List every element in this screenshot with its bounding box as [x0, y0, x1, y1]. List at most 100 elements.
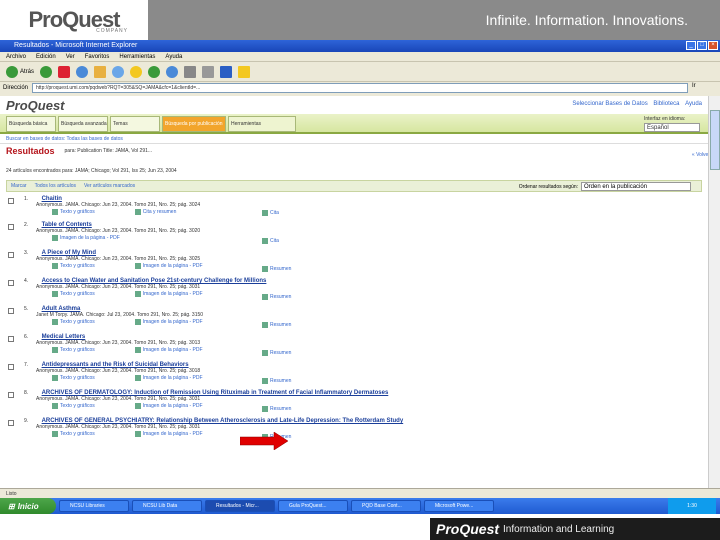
result-side-link[interactable]: Resumen [262, 294, 291, 300]
task-button[interactable]: Resultados - Micr... [205, 500, 275, 512]
forward-button[interactable] [40, 65, 53, 78]
result-checkbox[interactable] [8, 198, 14, 204]
format-icon [134, 403, 141, 409]
home-button[interactable] [94, 65, 107, 78]
task-button[interactable]: NCSU Libraries [59, 500, 129, 512]
tab-advanced-search[interactable]: Búsqueda avanzada [58, 116, 108, 132]
result-side-link[interactable]: Cita [262, 210, 279, 216]
address-field[interactable]: http://proquest.umi.com/pqdweb?RQT=305&S… [32, 83, 688, 93]
media-icon [148, 65, 161, 78]
edit-button[interactable] [220, 65, 233, 78]
task-button[interactable]: PQD Base Cont... [351, 500, 421, 512]
format-link[interactable]: Imagen de la página - PDF [134, 263, 203, 269]
mark-all-link[interactable]: Marcar [11, 183, 27, 189]
result-checkbox[interactable] [8, 392, 14, 398]
task-button[interactable]: NCSU Lib Data [132, 500, 202, 512]
format-link[interactable]: Imagen de la página - PDF [134, 431, 203, 437]
result-side-link[interactable]: Resumen [262, 266, 291, 272]
format-link[interactable]: Cita y resumen [134, 209, 176, 215]
stop-button[interactable] [58, 65, 71, 78]
format-label: Texto y gráficos [60, 403, 95, 409]
history-button[interactable] [166, 65, 179, 78]
result-checkbox[interactable] [8, 308, 14, 314]
view-marked-link[interactable]: Ver artículos marcados [84, 183, 135, 189]
side-label: Resumen [270, 294, 292, 300]
minimize-button[interactable]: _ [686, 41, 696, 50]
window-title: Resultados - Microsoft Internet Explorer [14, 42, 138, 49]
format-link[interactable]: Texto y gráficos [52, 291, 95, 297]
folder-icon [238, 65, 251, 78]
go-button[interactable]: Ir [692, 83, 720, 93]
result-checkbox[interactable] [8, 336, 14, 342]
tab-basic-search[interactable]: Búsqueda básica [6, 116, 56, 132]
sort-select[interactable]: Orden en la publicación [581, 182, 691, 191]
format-link[interactable]: Imagen de la página - PDF [134, 347, 203, 353]
task-button[interactable]: Microsoft Powe... [424, 500, 494, 512]
mail-button[interactable] [184, 65, 197, 78]
format-link[interactable]: Texto y gráficos [52, 403, 95, 409]
link-help[interactable]: Ayuda [685, 101, 702, 107]
result-side-link[interactable]: Resumen [262, 406, 291, 412]
format-label: Texto y gráficos [60, 209, 95, 215]
format-link[interactable]: Texto y gráficos [52, 209, 95, 215]
format-link[interactable]: Imagen de la página - PDF [134, 291, 203, 297]
start-button[interactable]: ⊞ Inicio [0, 498, 56, 514]
format-link[interactable]: Texto y gráficos [52, 319, 95, 325]
result-side-link[interactable]: Resumen [262, 350, 291, 356]
result-checkbox[interactable] [8, 364, 14, 370]
task-button[interactable]: Guía ProQuest... [278, 500, 348, 512]
tab-publication-search[interactable]: Búsqueda por publicación [162, 116, 226, 132]
menu-ver[interactable]: Ver [66, 52, 75, 61]
format-link[interactable]: Imagen de la página - PDF [134, 319, 203, 325]
result-citation: Anonymous. JAMA. Chicago: Jun 23, 2004. … [36, 368, 201, 374]
breadcrumb[interactable]: Buscar en bases de datos: Todas las base… [0, 134, 708, 144]
format-link[interactable]: Imagen de la página - PDF [134, 403, 203, 409]
result-citation: Anonymous. JAMA. Chicago: Jun 23, 2004. … [36, 284, 201, 290]
result-formats: Imagen de la página - PDF [24, 235, 708, 241]
language-select[interactable]: Español [644, 123, 700, 132]
result-side-link[interactable]: Resumen [262, 378, 291, 384]
menu-archivo[interactable]: Archivo [6, 52, 26, 61]
media-button[interactable] [148, 65, 161, 78]
document-icon [262, 210, 268, 216]
format-icon [134, 431, 141, 437]
result-checkbox[interactable] [8, 280, 14, 286]
page-scrollbar[interactable] [708, 96, 720, 488]
link-select-databases[interactable]: Seleccionar Bases de Datos [572, 101, 647, 107]
result-side-link[interactable]: Cita [262, 238, 279, 244]
format-link[interactable]: Imagen de la página - PDF [52, 235, 120, 241]
result-checkbox[interactable] [8, 420, 14, 426]
search-button[interactable] [112, 65, 125, 78]
results-header: Resultados para: Publication Title: JAMA… [0, 144, 708, 158]
format-link[interactable]: Texto y gráficos [52, 375, 95, 381]
print-button[interactable] [202, 65, 215, 78]
refresh-button[interactable] [76, 65, 89, 78]
format-link[interactable]: Texto y gráficos [52, 347, 95, 353]
all-articles-link[interactable]: Todos los artículos [35, 183, 76, 189]
back-button[interactable]: Atrás [6, 65, 34, 78]
format-link[interactable]: Texto y gráficos [52, 263, 95, 269]
format-label: Texto y gráficos [60, 375, 95, 381]
tab-topics[interactable]: Temas [110, 116, 160, 132]
result-checkbox[interactable] [8, 224, 14, 230]
result-side-link[interactable]: Resumen [262, 322, 291, 328]
maximize-button[interactable]: □ [697, 41, 707, 50]
format-link[interactable]: Texto y gráficos [52, 431, 95, 437]
menu-edicion[interactable]: Edición [36, 52, 56, 61]
result-checkbox[interactable] [8, 252, 14, 258]
menu-herramientas[interactable]: Herramientas [119, 52, 155, 61]
pq-logo: ProQuest [6, 98, 65, 113]
result-citation: Janet M Torpy. JAMA. Chicago: Jul 23, 20… [36, 312, 204, 318]
menu-favoritos[interactable]: Favoritos [85, 52, 110, 61]
menu-ayuda[interactable]: Ayuda [165, 52, 182, 61]
messenger-button[interactable] [238, 65, 251, 78]
favorites-button[interactable] [130, 65, 143, 78]
tab-tools[interactable]: Herramientas [228, 116, 296, 132]
scroll-thumb[interactable] [710, 110, 720, 170]
search-tabs: Búsqueda básica Búsqueda avanzada Temas … [0, 114, 708, 134]
format-label: Texto y gráficos [60, 431, 95, 437]
format-label: Imagen de la página - PDF [142, 319, 203, 325]
close-button[interactable]: × [708, 41, 718, 50]
link-library[interactable]: Biblioteca [653, 101, 679, 107]
format-link[interactable]: Imagen de la página - PDF [134, 375, 203, 381]
